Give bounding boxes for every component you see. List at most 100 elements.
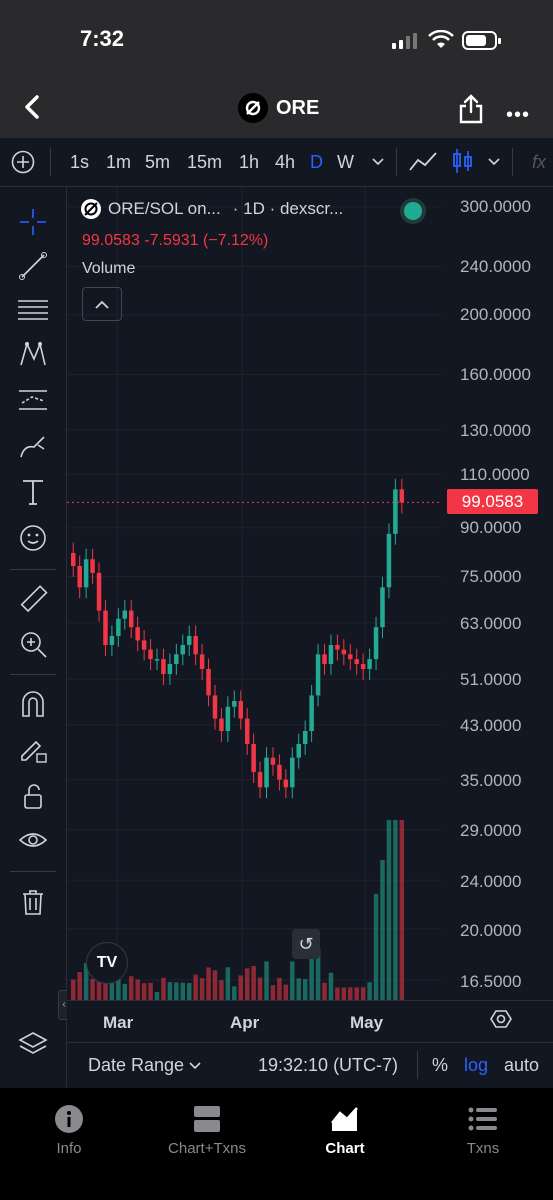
volume-bar — [283, 984, 289, 1000]
price-axis-label: 160.0000 — [460, 365, 531, 384]
forecast-icon[interactable] — [16, 383, 50, 417]
tradingview-logo-icon[interactable]: TV — [86, 942, 128, 984]
volume-bar — [373, 893, 379, 1000]
emoji-icon[interactable] — [16, 521, 50, 555]
trash-icon[interactable] — [16, 885, 50, 919]
chevron-down-icon[interactable] — [488, 158, 500, 166]
tab-chart-txns[interactable]: Chart+Txns — [152, 1102, 262, 1157]
visibility-icon[interactable] — [16, 823, 50, 857]
candle — [302, 730, 308, 744]
volume-bar — [122, 983, 128, 1000]
time-axis: Mar Apr May — [67, 1000, 553, 1043]
candle — [296, 743, 301, 758]
candle — [174, 654, 179, 665]
candle — [186, 635, 192, 645]
candle — [283, 779, 289, 788]
layers-icon[interactable] — [16, 1027, 50, 1061]
interval-15m[interactable]: 15m — [187, 152, 222, 173]
line-chart-icon[interactable] — [408, 150, 438, 172]
candle — [290, 757, 295, 788]
volume-bar — [238, 975, 244, 1000]
add-indicator-icon[interactable] — [11, 150, 35, 174]
lock-drawings-icon[interactable] — [16, 732, 50, 766]
collapse-legend-button[interactable] — [82, 287, 122, 321]
volume-bar — [354, 987, 359, 1000]
candle — [277, 764, 282, 780]
share-icon[interactable] — [458, 94, 484, 124]
tab-txns[interactable]: Txns — [428, 1102, 538, 1157]
chart-bottom-bar: Date Range 19:32:10 (UTC-7) % log auto — [67, 1042, 553, 1088]
indicators-fx-icon[interactable]: fx — [532, 152, 546, 173]
volume-bar — [219, 980, 224, 1000]
timezone-clock[interactable]: 19:32:10 (UTC-7) — [258, 1055, 398, 1076]
current-price-tag: 99.0583 — [447, 489, 538, 514]
auto-scale-toggle[interactable]: auto — [504, 1055, 539, 1076]
volume-bar — [128, 976, 134, 1000]
candle — [154, 659, 160, 661]
back-icon[interactable] — [18, 92, 48, 122]
nav-bar: ORE ••• — [0, 80, 553, 138]
price-axis-label: 75.0000 — [460, 567, 522, 586]
candle — [161, 659, 166, 675]
trend-line-icon[interactable] — [16, 249, 50, 283]
volume-bar — [380, 860, 385, 1000]
candle — [270, 757, 276, 765]
fib-retracement-icon[interactable] — [16, 293, 50, 327]
chevron-up-icon — [95, 300, 109, 309]
candle — [116, 618, 121, 636]
text-tool-icon[interactable] — [16, 475, 50, 509]
log-scale-toggle[interactable]: log — [464, 1055, 488, 1076]
candle — [71, 553, 76, 567]
divider — [396, 148, 397, 176]
crosshair-icon[interactable] — [16, 205, 50, 239]
volume-bar — [109, 983, 115, 1000]
interval-1h[interactable]: 1h — [239, 152, 259, 173]
price-change: 99.0583 -7.5931 (−7.12%) — [82, 232, 269, 249]
brush-icon[interactable] — [16, 429, 50, 463]
volume-bar — [71, 979, 76, 1000]
volume-bar — [186, 983, 192, 1000]
price-axis-label: 35.0000 — [460, 771, 522, 790]
volume-bar — [360, 987, 366, 1000]
signal-icon — [392, 33, 417, 49]
price-axis-label: 24.0000 — [460, 872, 522, 891]
settings-icon[interactable] — [490, 1008, 512, 1030]
price-axis-label: 29.0000 — [460, 821, 522, 840]
more-icon[interactable]: ••• — [506, 104, 530, 127]
percent-scale-toggle[interactable]: % — [432, 1055, 448, 1076]
price-axis-label: 90.0000 — [460, 518, 522, 537]
candle — [348, 654, 353, 660]
tab-info[interactable]: Info — [14, 1102, 124, 1157]
candles-icon[interactable] — [452, 148, 474, 174]
volume-bar — [199, 978, 205, 1000]
date-range-button[interactable]: Date Range — [88, 1055, 184, 1076]
interval-5m[interactable]: 5m — [145, 152, 170, 173]
candle — [335, 644, 340, 650]
interval-w[interactable]: W — [337, 152, 354, 173]
chevron-down-icon[interactable] — [372, 158, 384, 166]
candle — [315, 654, 321, 696]
zoom-in-icon[interactable] — [16, 627, 50, 661]
symbol-meta: · 1D · dexscr... — [232, 199, 344, 218]
volume-bar — [167, 982, 173, 1000]
interval-d[interactable]: D — [310, 152, 323, 173]
volume-bar — [367, 982, 372, 1000]
price-axis-label: 51.0000 — [460, 670, 522, 689]
chevron-down-icon[interactable] — [189, 1062, 201, 1070]
price-axis-label: 200.0000 — [460, 305, 531, 324]
ore-logo-icon — [81, 199, 101, 219]
pattern-icon[interactable] — [16, 337, 50, 371]
tab-chart[interactable]: Chart — [290, 1102, 400, 1157]
unlock-icon[interactable] — [16, 779, 50, 813]
volume-bar — [77, 972, 82, 1000]
magnet-icon[interactable] — [16, 687, 50, 721]
candle — [167, 664, 173, 675]
bottom-tab-bar: Info Chart+Txns Chart Txns — [0, 1088, 553, 1200]
tab-label: Txns — [466, 1140, 500, 1157]
interval-4h[interactable]: 4h — [275, 152, 295, 173]
ruler-icon[interactable] — [16, 582, 50, 616]
symbol-label: ORE/SOL on... — [108, 199, 221, 218]
interval-1m[interactable]: 1m — [106, 152, 131, 173]
reset-chart-icon[interactable]: ↺ — [292, 929, 320, 959]
interval-1s[interactable]: 1s — [70, 152, 89, 173]
